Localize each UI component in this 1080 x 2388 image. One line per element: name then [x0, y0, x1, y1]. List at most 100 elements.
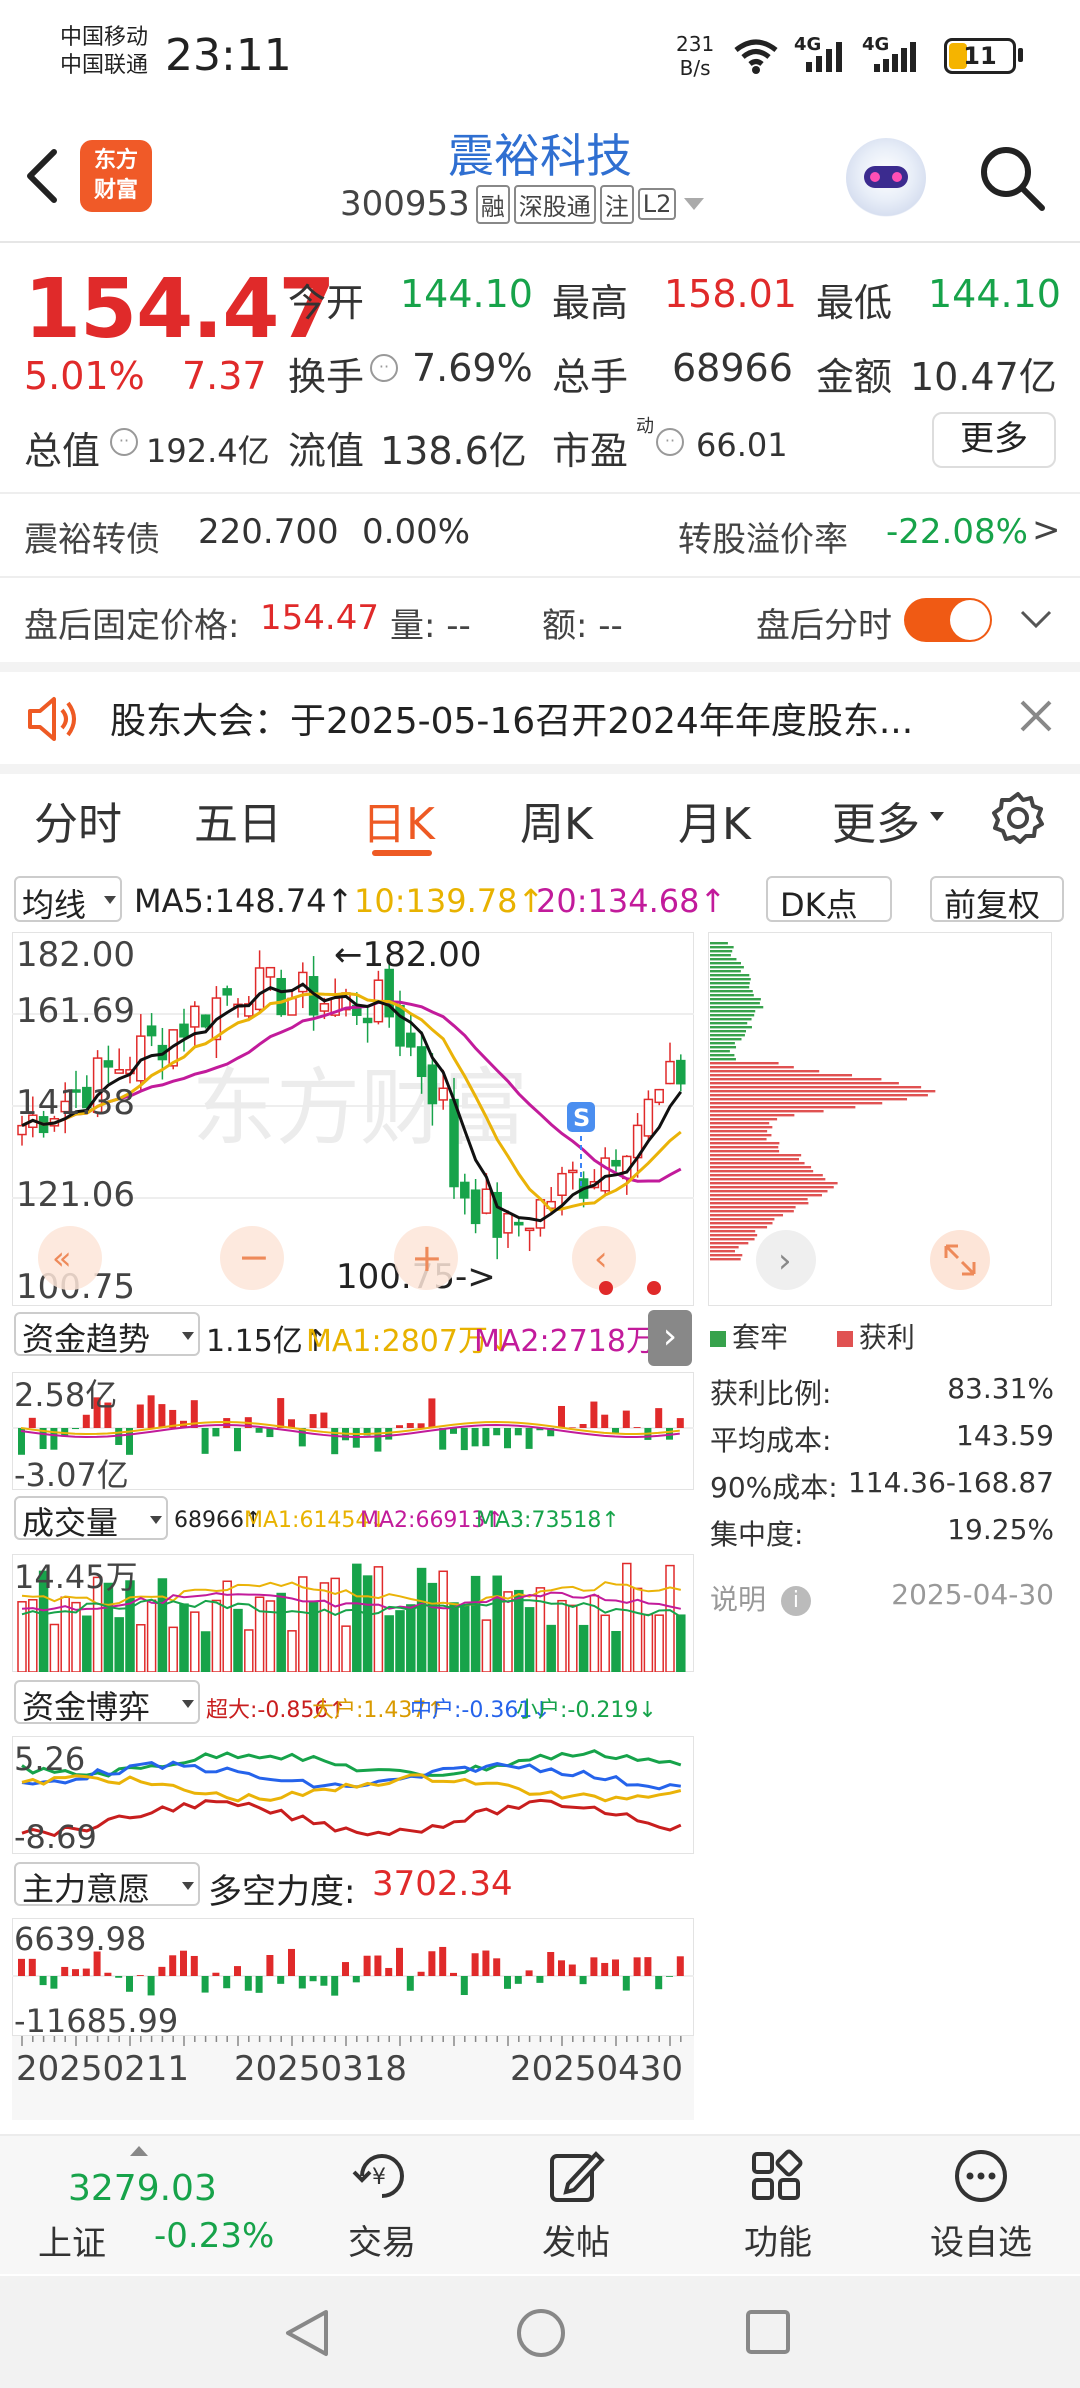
after-hours-price: 154.47	[260, 598, 379, 638]
volume-bar	[395, 1610, 405, 1672]
add-watchlist-button[interactable]: 设自选	[916, 2146, 1046, 2264]
flow-bar	[298, 1428, 306, 1447]
dk-point-selector[interactable]: DK点	[766, 876, 892, 924]
convertible-bond-row[interactable]: 震裕转债 220.700 0.00% 转股溢价率 -22.08% >	[0, 494, 1080, 576]
flow-bar	[136, 1404, 144, 1428]
search-icon[interactable]	[976, 142, 1048, 214]
battery-level: 11	[963, 42, 997, 70]
chip-bar	[710, 1086, 922, 1089]
app-logo[interactable]: 东方 财富	[80, 140, 152, 212]
info-icon[interactable]: ··	[370, 354, 398, 382]
chip-bar	[710, 1178, 826, 1181]
index-widget[interactable]: 3279.03 上证 -0.23%	[20, 2146, 300, 2266]
info-icon[interactable]: ··	[110, 428, 138, 456]
bottom-toolbar: 3279.03 上证 -0.23% ¥ 交易 发帖 功能 设自选	[0, 2134, 1080, 2274]
chip-bar	[710, 1150, 780, 1153]
chip-bar	[710, 954, 731, 957]
float-label: 流值	[288, 429, 365, 473]
tab-five-day[interactable]: 五日	[194, 788, 282, 852]
stock-name[interactable]: 震裕科技	[340, 120, 740, 186]
more-button[interactable]: 更多	[932, 412, 1056, 468]
post-button[interactable]: 发帖	[516, 2146, 636, 2264]
will-bar	[352, 1976, 360, 1983]
fund-trend-header: 资金趋势 1.15亿↑ MA1:2807万↓ MA2:2718万↑ ›	[0, 1310, 700, 1366]
dropdown-icon[interactable]	[684, 198, 705, 210]
after-hours-amount: 额: --	[542, 606, 623, 646]
close-icon[interactable]	[1018, 698, 1054, 734]
chip-bar	[710, 1126, 773, 1129]
flow-bar	[493, 1428, 501, 1436]
volume-bar	[60, 1596, 70, 1672]
chip-distribution[interactable]: ›	[708, 932, 1052, 1306]
chip-bar	[710, 1194, 822, 1197]
expand-button[interactable]	[930, 1230, 990, 1290]
volume-bar	[665, 1564, 675, 1672]
signal-icon-1	[806, 42, 842, 72]
will-bar	[666, 1976, 673, 1977]
chip-bar	[710, 1010, 756, 1013]
chip-bar	[710, 1110, 824, 1113]
back-arrow-icon[interactable]	[22, 146, 62, 206]
will-bar	[298, 1976, 306, 1989]
volume-selector[interactable]: 成交量	[14, 1496, 168, 1542]
chip-bar	[710, 986, 750, 989]
volume-bar	[298, 1576, 308, 1672]
flow-bar	[482, 1428, 490, 1447]
volume-bar	[557, 1599, 567, 1672]
cb-premium-value: -22.08%	[886, 512, 1028, 552]
robot-avatar[interactable]	[846, 138, 926, 218]
chip-bar	[710, 1062, 779, 1065]
chip-bar	[710, 1190, 828, 1193]
nav-back-icon[interactable]	[282, 2306, 332, 2360]
y-label-4: 121.06	[16, 1175, 135, 1215]
will-bar	[374, 1955, 382, 1976]
volume-bar	[179, 1603, 189, 1672]
notice-bar[interactable]: 股东大会：于2025-05-16召开2024年年度股东...	[0, 672, 1080, 764]
trade-button[interactable]: ¥ 交易	[322, 2146, 442, 2264]
volume-bar	[276, 1592, 286, 1672]
event-dot-1[interactable]	[599, 1281, 613, 1295]
chip-bar	[710, 1106, 856, 1109]
chevron-down-icon[interactable]	[1018, 604, 1054, 634]
volume-header: 成交量 68966↑ MA1:61454↓ MA2:66913↑ MA3:735…	[0, 1494, 700, 1544]
after-hours-toggle[interactable]	[904, 598, 992, 642]
collapse-panel-button[interactable]: ›	[648, 1310, 692, 1366]
chip-note-row: 说明 i 2025-04-30	[710, 1578, 1054, 1618]
chip-bar	[710, 1014, 755, 1017]
gear-icon[interactable]	[990, 790, 1046, 846]
caret-down-icon	[930, 812, 944, 821]
info-icon[interactable]: i	[780, 1586, 811, 1616]
info-icon[interactable]: ··	[656, 428, 684, 456]
volume-bar	[384, 1615, 394, 1672]
chip-bar	[710, 1098, 908, 1101]
main-will-selector[interactable]: 主力意愿	[14, 1862, 200, 1908]
function-button[interactable]: 功能	[718, 2146, 838, 2264]
tab-monthly-k[interactable]: 月K	[678, 788, 751, 852]
kline-chart[interactable]: 东方财富 182.00 161.69 141.38 121.06 100.75 …	[12, 932, 694, 1306]
will-bar	[536, 1976, 544, 1983]
will-bar	[320, 1976, 328, 1986]
nav-recents-icon[interactable]	[744, 2308, 794, 2358]
main-will-header: 主力意愿 多空力度: 3702.34	[0, 1860, 700, 1912]
svg-text:+: +	[411, 1236, 443, 1280]
fund-game-selector[interactable]: 资金博弈	[14, 1680, 200, 1726]
flow-bar	[158, 1404, 166, 1428]
fund-trend-selector[interactable]: 资金趋势	[14, 1312, 200, 1358]
indicator-selector[interactable]: 均线	[14, 876, 122, 924]
low-label: 最低	[816, 281, 893, 325]
adjust-button[interactable]: 前复权	[930, 876, 1064, 924]
tab-daily-k[interactable]: 日K	[362, 788, 435, 852]
note-label[interactable]: 说明	[710, 1583, 766, 1616]
tab-weekly-k[interactable]: 周K	[520, 788, 593, 852]
chip-bar	[710, 1122, 770, 1125]
volume-bar	[146, 1599, 157, 1672]
tab-intraday[interactable]: 分时	[34, 788, 122, 852]
nav-home-icon[interactable]	[514, 2306, 568, 2360]
flow-bar	[428, 1398, 436, 1428]
mcap-label: 总值	[24, 429, 101, 473]
tab-more[interactable]: 更多	[832, 788, 920, 852]
main-will-y-bottom: -11685.99	[14, 2002, 178, 2036]
will-bar	[244, 1976, 252, 1991]
event-dot-2[interactable]	[647, 1281, 661, 1295]
will-bar	[406, 1976, 414, 1991]
